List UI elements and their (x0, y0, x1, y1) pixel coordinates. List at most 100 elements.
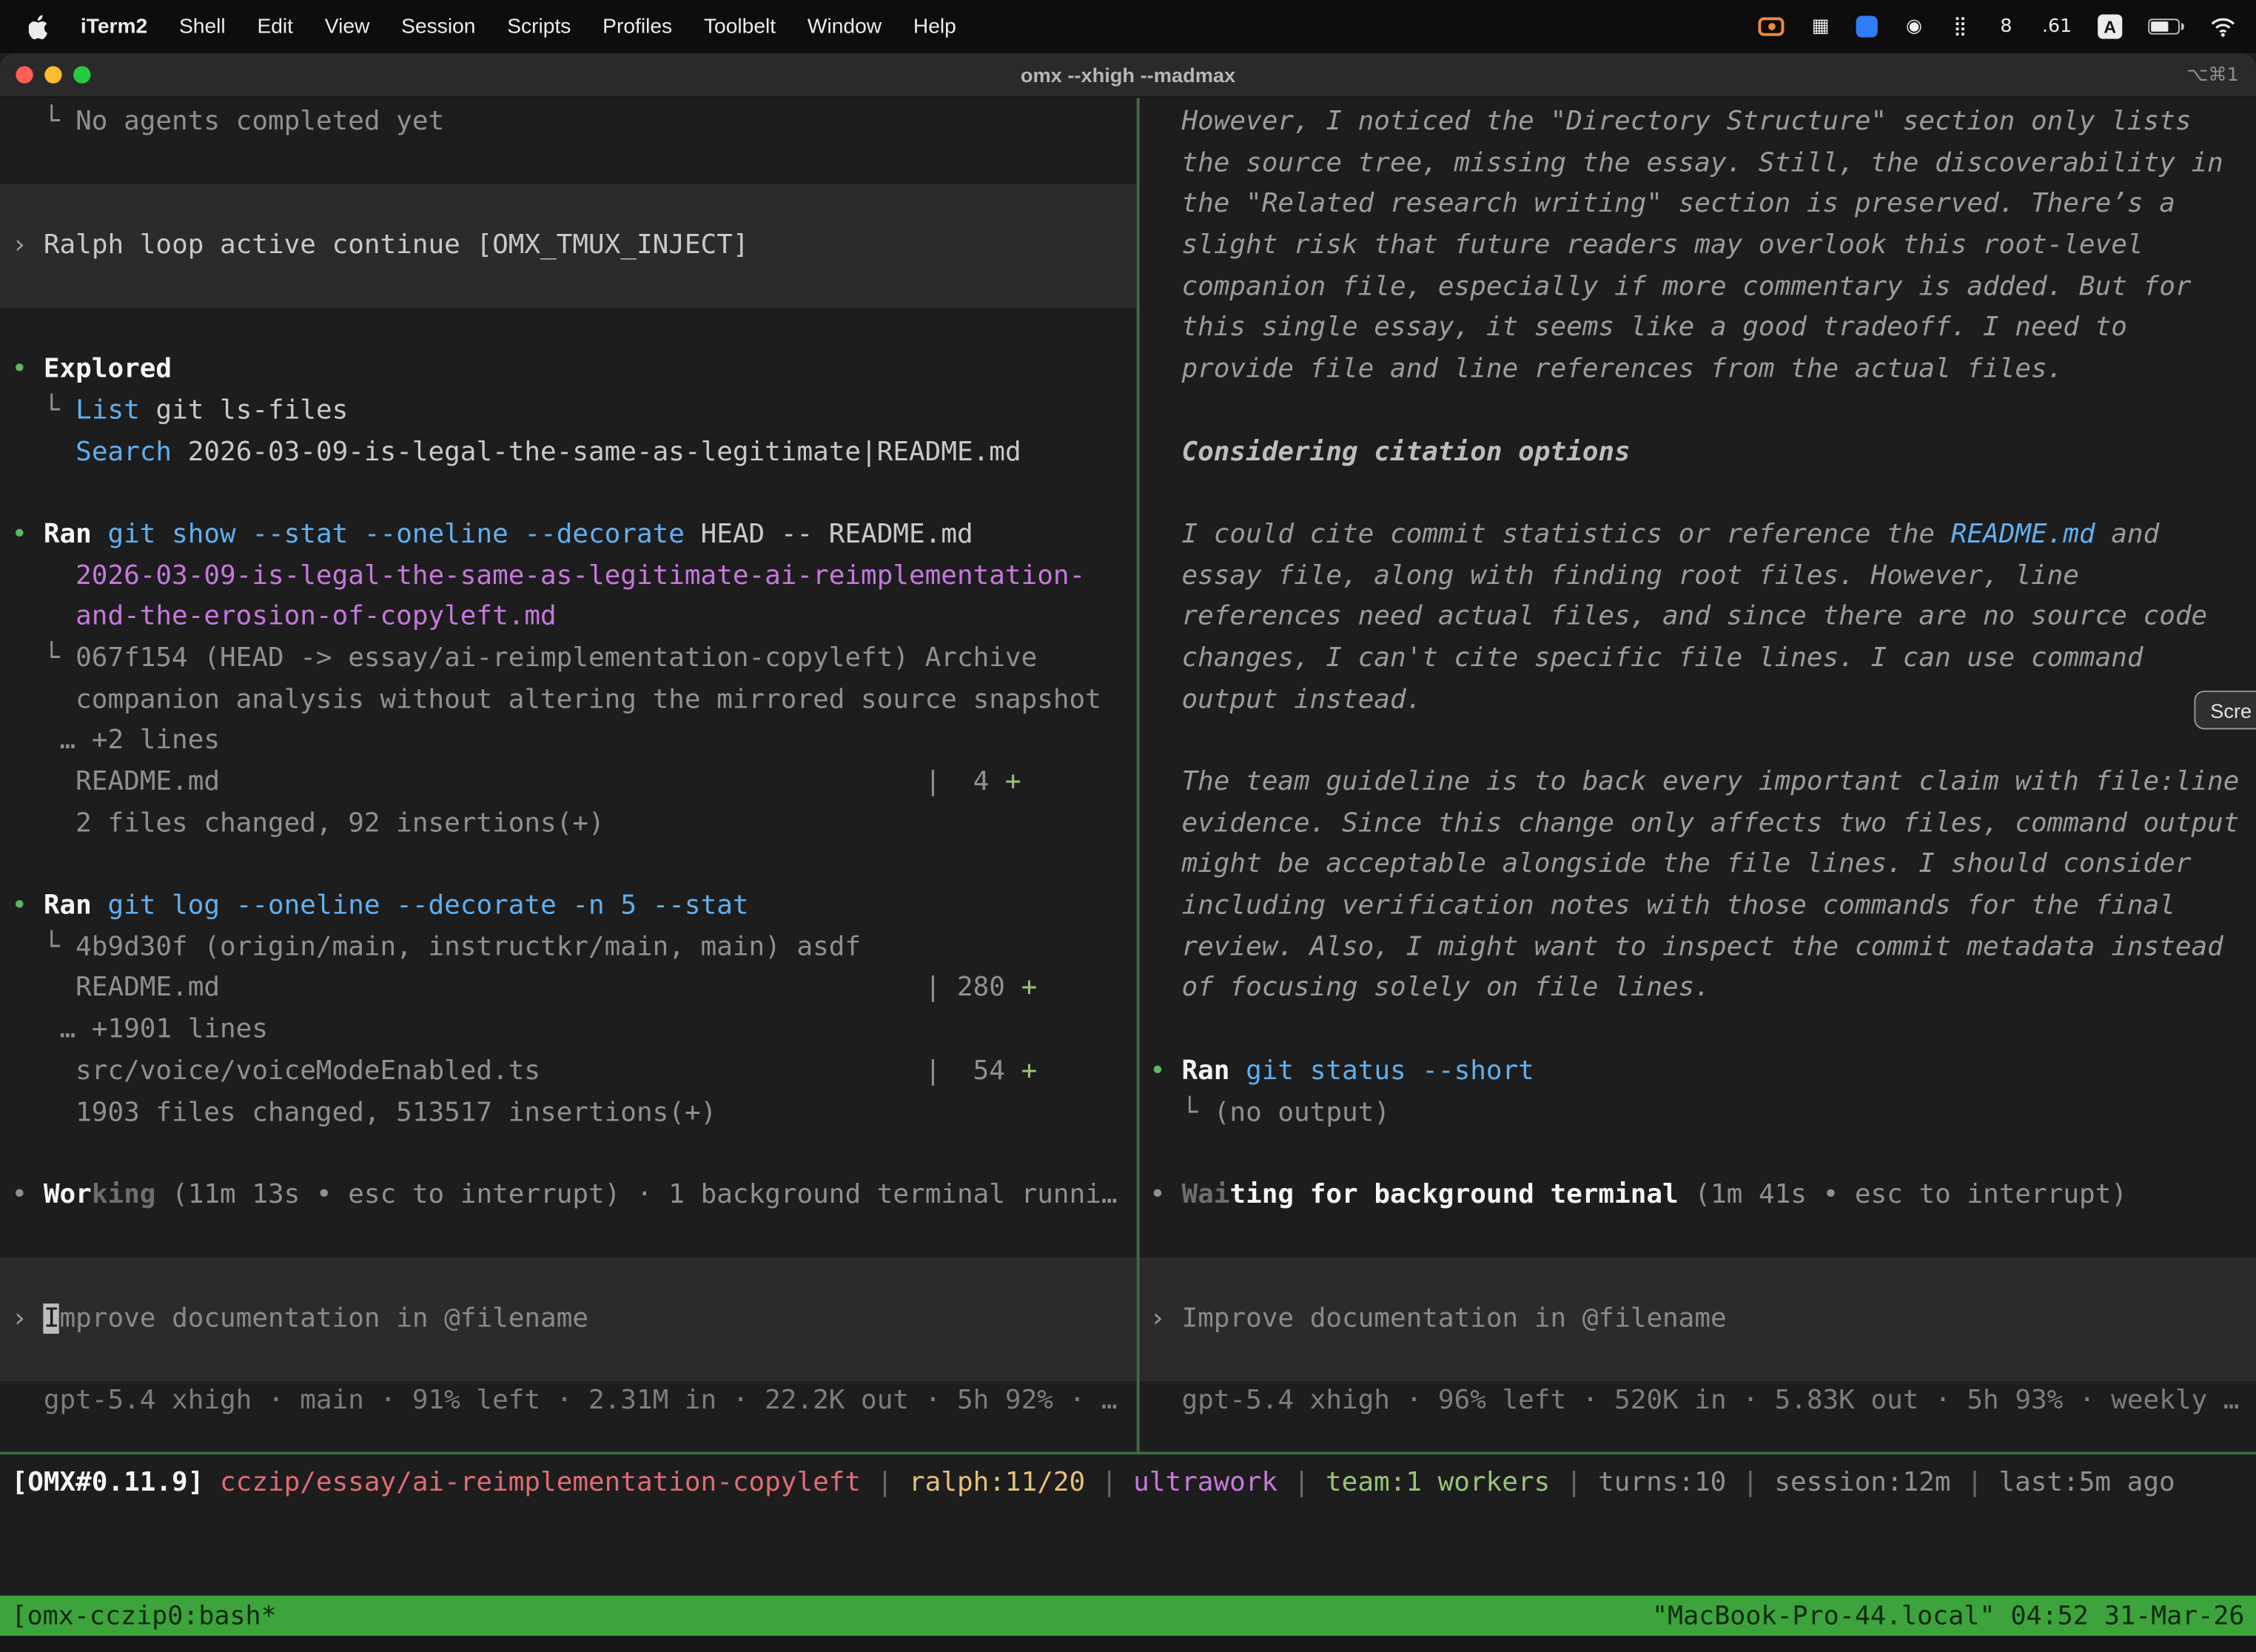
text-segment: 2 files changed, 92 insertions(+) (12, 808, 605, 839)
wifi-icon[interactable] (2210, 16, 2236, 36)
text-segment: + (1005, 767, 1021, 797)
omx-status-line: [OMX#0.11.9] cczip/essay/ai-reimplementa… (0, 1463, 2256, 1505)
text-segment: slight risk that future readers may over… (1149, 230, 2143, 261)
command-input[interactable]: › Improve documentation in @filename (1140, 1299, 2256, 1340)
text-segment: + (1021, 1055, 1038, 1086)
traffic-lights (16, 66, 90, 83)
text-segment: team:1 workers (1326, 1468, 1550, 1498)
text-segment: Improve documentation in @filename (1181, 1303, 1726, 1334)
thinking-text: review. Also, I might want to inspect th… (1140, 927, 2256, 969)
menu-scripts[interactable]: Scripts (491, 15, 587, 38)
window-title-bar[interactable]: omx --xhigh --madmax ⌥⌘1 (0, 53, 2256, 98)
thinking-text: slight risk that future readers may over… (1140, 226, 2256, 267)
git-log-commit: └ 4b9d30f (origin/main, instructkr/main,… (0, 927, 1137, 969)
tmux-session-window: [omx-cczip0:bash* (12, 1601, 277, 1631)
text-segment: HEAD -- README.md (685, 520, 973, 550)
text-segment: └ No agents completed yet (12, 107, 445, 137)
text-segment: output instead. (1149, 685, 1422, 715)
menu-profiles[interactable]: Profiles (587, 15, 688, 38)
text-segment: evidence. Since this change only affects… (1149, 808, 2239, 839)
command-input-box (1140, 1258, 2256, 1299)
text-segment: ralph:11/20 (909, 1468, 1085, 1498)
text-segment: | (1726, 1468, 1774, 1498)
blue-app-icon[interactable] (1856, 16, 1878, 37)
ralph-loop-banner: › Ralph loop active continue [OMX_TMUX_I… (0, 226, 1137, 267)
thinking-text: I could cite commit statistics or refere… (1140, 515, 2256, 557)
text-segment: mprove documentation in @filename (60, 1303, 589, 1334)
input-source-icon[interactable]: A (2098, 14, 2122, 38)
menu-help[interactable]: Help (898, 15, 973, 38)
battery-body (2148, 19, 2180, 34)
text-segment (92, 520, 108, 550)
menu-bar: iTerm2ShellEditViewSessionScriptsProfile… (0, 0, 2256, 53)
git-show-filename: and-the-erosion-of-copyleft.md (0, 597, 1137, 639)
window-tiles-icon[interactable]: ▦ (1810, 16, 1830, 37)
menu-window[interactable]: Window (791, 15, 897, 38)
ran-git-status: • Ran git status --short (1140, 1052, 2256, 1093)
minimize-window-button[interactable] (44, 66, 61, 83)
screen: iTerm2ShellEditViewSessionScriptsProfile… (0, 0, 2256, 1652)
text-segment: gpt-5.4 xhigh · 96% left · 520K in · 5.8… (1149, 1386, 2239, 1417)
left-terminal-pane[interactable]: └ No agents completed yet › Ralph loop ac… (0, 98, 1137, 1451)
thinking-text: this single essay, it seems like a good … (1140, 309, 2256, 350)
thinking-text: companion file, especially if more comme… (1140, 267, 2256, 309)
text-segment: I could cite commit statistics or refere… (1149, 520, 1951, 550)
blank-line (1140, 474, 2256, 515)
ralph-banner-box (0, 185, 1137, 226)
menu-toolbelt[interactable]: Toolbelt (688, 15, 792, 38)
load-meter-icon[interactable]: .61 (2042, 16, 2072, 37)
thinking-text: However, I noticed the "Directory Struct… (1140, 102, 2256, 144)
thinking-text: provide file and line references from th… (1140, 350, 2256, 392)
text-segment: [OMX#0.11.9] (12, 1468, 204, 1498)
output-truncation-note: … +2 lines (0, 722, 1137, 763)
agents-completed-status: └ No agents completed yet (0, 102, 1137, 144)
output-truncation-note: … +1901 lines (0, 1010, 1137, 1052)
command-input[interactable]: › Improve documentation in @filename (0, 1299, 1137, 1340)
text-segment: and-the-erosion-of-copyleft.md (12, 602, 557, 632)
text-segment: … +2 lines (12, 725, 220, 756)
numpad-8-icon[interactable]: 8 (1996, 16, 2016, 37)
thinking-text: the "Related research writing" section i… (1140, 185, 2256, 226)
text-segment: companion file, especially if more comme… (1149, 272, 2191, 302)
text-segment: Wor (44, 1180, 92, 1210)
menu-shell[interactable]: Shell (164, 15, 241, 38)
screen-recording-indicator[interactable] (1759, 17, 1785, 36)
close-window-button[interactable] (16, 66, 33, 83)
text-segment: • (12, 890, 44, 921)
menu-iterm2[interactable]: iTerm2 (64, 15, 163, 38)
session-stats: gpt-5.4 xhigh · main · 91% left · 2.31M … (0, 1382, 1137, 1423)
text-segment: | (861, 1468, 909, 1498)
text-segment: | (1550, 1468, 1598, 1498)
menu-session[interactable]: Session (386, 15, 491, 38)
text-segment: essay file, along with finding root file… (1149, 560, 2079, 591)
text-segment: › (1149, 1303, 1181, 1334)
battery-icon[interactable] (2148, 19, 2184, 34)
blank-line (0, 1217, 1137, 1258)
menu-edit[interactable]: Edit (241, 15, 309, 38)
dark-app-icon[interactable]: ◉ (1904, 16, 1924, 37)
blank-line (1140, 391, 2256, 432)
text-segment: references need actual files, and since … (1149, 602, 2207, 632)
text-segment: of focusing solely on file lines. (1149, 973, 1711, 1004)
text-segment: • (1149, 1180, 1181, 1210)
session-stats: gpt-5.4 xhigh · 96% left · 520K in · 5.8… (1140, 1382, 2256, 1423)
apple-menu-icon[interactable] (20, 13, 64, 39)
text-segment: I (44, 1303, 60, 1334)
text-segment: › (12, 230, 44, 261)
text-segment: | (1085, 1468, 1133, 1498)
text-segment: companion analysis without altering the … (12, 685, 1101, 715)
diffstat-summary: 2 files changed, 92 insertions(+) (0, 804, 1137, 845)
zoom-window-button[interactable] (73, 66, 90, 83)
dots-grid-icon[interactable]: ⣿ (1950, 16, 1970, 37)
menu-view[interactable]: View (309, 15, 385, 38)
screen-overlay-button[interactable]: Scre (2195, 691, 2256, 729)
blank-line (1140, 1217, 2256, 1258)
blank-line (0, 1134, 1137, 1175)
tmux-host-time: "MacBook-Pro-44.local" 04:52 31-Mar-26 (1652, 1601, 2245, 1631)
working-status: • Working (11m 13s • esc to interrupt) ·… (0, 1175, 1137, 1217)
text-segment (1229, 1055, 1246, 1086)
text-segment (12, 437, 76, 467)
text-segment: However, I noticed the "Directory Struct… (1149, 107, 2191, 137)
thinking-text: evidence. Since this change only affects… (1140, 804, 2256, 845)
right-terminal-pane[interactable]: However, I noticed the "Directory Struct… (1140, 98, 2256, 1451)
